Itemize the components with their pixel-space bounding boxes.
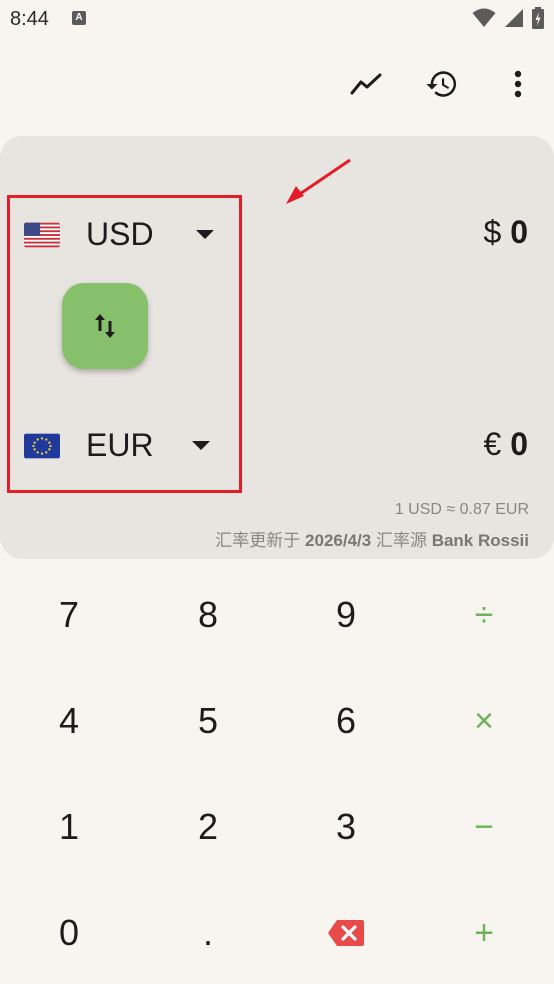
history-icon: [426, 71, 457, 97]
from-currency-symbol: $: [483, 214, 502, 250]
to-currency-selector[interactable]: EUR: [24, 427, 210, 464]
status-time: 8:44: [10, 8, 49, 30]
wifi-icon: [472, 8, 496, 27]
us-flag-icon: [24, 222, 60, 247]
from-currency-selector[interactable]: USD: [24, 216, 214, 253]
updated-date: 2026/4/3: [305, 531, 372, 550]
converter-card: USD $ 0 EUR € 0 1 USD ≈ 0.87 EUR 汇率更新于 2…: [0, 136, 554, 559]
battery-icon: [532, 7, 544, 29]
key-minus[interactable]: −: [434, 787, 534, 867]
rate-update-info: 汇率更新于 2026/4/3 汇率源 Bank Rossii: [215, 526, 529, 551]
eu-flag-icon: [24, 433, 60, 458]
key-8[interactable]: 8: [158, 575, 258, 655]
chart-button[interactable]: [348, 66, 384, 102]
key-divide[interactable]: ÷: [434, 575, 534, 655]
signal-icon: [505, 9, 523, 27]
status-icons: [472, 7, 544, 29]
from-amount[interactable]: $ 0: [484, 214, 528, 251]
to-amount[interactable]: € 0: [484, 426, 528, 463]
key-0[interactable]: 0: [19, 893, 119, 973]
chart-line-icon: [350, 73, 382, 95]
more-vert-icon: [514, 70, 522, 98]
to-currency-code: EUR: [86, 427, 154, 463]
more-menu-button[interactable]: [500, 66, 536, 102]
key-9[interactable]: 9: [296, 575, 396, 655]
key-backspace[interactable]: [296, 893, 396, 973]
source-name: Bank Rossii: [431, 531, 529, 550]
key-multiply[interactable]: ×: [434, 681, 534, 761]
from-amount-value: 0: [510, 214, 528, 250]
backspace-icon: [328, 920, 364, 946]
to-currency-symbol: €: [483, 426, 502, 462]
key-1[interactable]: 1: [19, 787, 119, 867]
to-amount-value: 0: [510, 426, 528, 462]
status-bar: 8:44 A: [0, 0, 554, 40]
source-prefix: 汇率源: [375, 531, 427, 550]
swap-currencies-button[interactable]: [62, 283, 148, 369]
chevron-down-icon: [195, 230, 214, 239]
exchange-rate-text: 1 USD ≈ 0.87 EUR: [394, 501, 529, 518]
from-currency-code: USD: [86, 216, 154, 252]
key-plus[interactable]: +: [434, 893, 534, 973]
key-6[interactable]: 6: [296, 681, 396, 761]
chevron-down-icon: [191, 441, 210, 450]
key-7[interactable]: 7: [19, 575, 119, 655]
key-decimal[interactable]: .: [158, 893, 258, 973]
history-button[interactable]: [424, 66, 460, 102]
key-4[interactable]: 4: [19, 681, 119, 761]
swap-vert-icon: [95, 314, 115, 338]
annotation-arrow: [286, 158, 351, 204]
notification-icon: A: [72, 11, 86, 25]
key-5[interactable]: 5: [158, 681, 258, 761]
key-3[interactable]: 3: [296, 787, 396, 867]
key-2[interactable]: 2: [158, 787, 258, 867]
updated-prefix: 汇率更新于: [215, 531, 301, 550]
top-app-bar-actions: [348, 66, 536, 102]
